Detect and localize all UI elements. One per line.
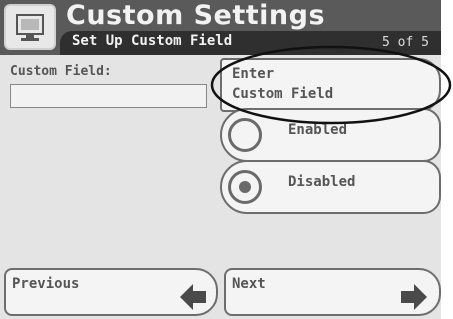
enter-label-line1: Enter bbox=[232, 66, 275, 82]
previous-button[interactable]: Previous bbox=[4, 268, 218, 316]
disabled-label: Disabled bbox=[288, 174, 356, 190]
radio-selected-icon bbox=[228, 170, 262, 204]
enter-custom-field-button[interactable]: Enter Custom Field bbox=[220, 58, 441, 112]
right-arrow-icon bbox=[401, 284, 427, 310]
header-bar: Custom Settings Set Up Custom Field 5 of… bbox=[0, 0, 441, 55]
page-title: Custom Settings bbox=[66, 0, 326, 31]
previous-label: Previous bbox=[12, 276, 80, 292]
left-arrow-icon bbox=[180, 284, 206, 310]
disabled-option-button[interactable]: Disabled bbox=[220, 160, 441, 214]
next-button[interactable]: Next bbox=[224, 268, 441, 316]
page-subtitle: Set Up Custom Field bbox=[72, 33, 233, 49]
next-label: Next bbox=[232, 276, 266, 292]
custom-field-display bbox=[10, 84, 207, 108]
enabled-label: Enabled bbox=[288, 122, 348, 138]
radio-dot bbox=[239, 181, 251, 193]
enabled-option-button[interactable]: Enabled bbox=[220, 108, 441, 162]
monitor-icon bbox=[4, 4, 56, 50]
custom-field-label: Custom Field: bbox=[10, 64, 112, 79]
device-screen: Custom Settings Set Up Custom Field 5 of… bbox=[0, 0, 441, 319]
radio-empty-icon bbox=[228, 118, 262, 152]
page-indicator: 5 of 5 bbox=[382, 35, 429, 50]
enter-label-line2: Custom Field bbox=[232, 86, 334, 102]
enter-custom-field-label: Enter Custom Field bbox=[232, 64, 333, 104]
